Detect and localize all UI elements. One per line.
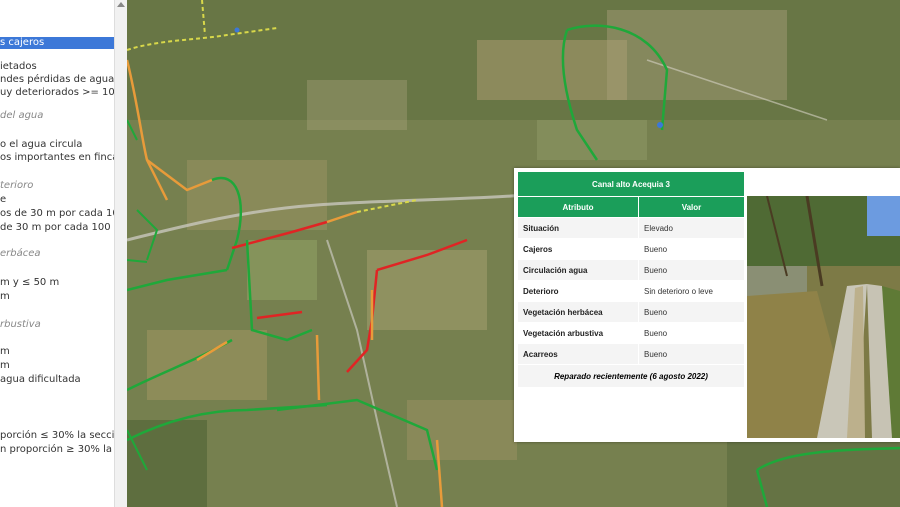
table-row: Vegetación arbustiva Bueno (517, 322, 745, 344)
canal-photo-image (747, 196, 900, 438)
attr-cell: Vegetación herbácea (517, 301, 639, 323)
legend-item: porción ≤ 30% la sección ú (0, 430, 114, 441)
legend-item: de 30 m por cada 100 m (0, 222, 114, 233)
legend-item: ietados (0, 61, 37, 72)
table-row: Vegetación herbácea Bueno (517, 301, 745, 323)
legend-item: agua dificultada (0, 374, 81, 385)
legend-item: n proporción ≥ 30% la secci (0, 444, 114, 455)
table-row: Situación Elevado (517, 217, 745, 239)
column-header-attribute: Atributo (517, 196, 639, 218)
attr-cell: Deterioro (517, 280, 639, 302)
attr-cell: Cajeros (517, 238, 639, 260)
legend-item: e (0, 194, 7, 205)
legend-panel: s cajeros ietados ndes pérdidas de agua … (0, 0, 114, 507)
legend-item: m (0, 291, 10, 302)
legend-section-header: erbácea (0, 248, 41, 259)
feature-popup: Canal alto Acequia 3 Atributo Valor Situ… (514, 168, 900, 442)
legend-section-header: del agua (0, 110, 44, 121)
legend-item: os importantes en fincas c (0, 152, 114, 163)
scroll-up-icon[interactable] (117, 2, 125, 7)
attr-cell: Situación (517, 217, 639, 239)
value-cell: Bueno (638, 343, 745, 365)
legend-section-header: rbustiva (0, 319, 41, 330)
value-cell: Bueno (638, 301, 745, 323)
legend-item: ndes pérdidas de agua (0, 74, 114, 85)
legend-scrollbar[interactable] (114, 0, 128, 507)
attr-cell: Acarreos (517, 343, 639, 365)
table-row: Acarreos Bueno (517, 343, 745, 365)
popup-title: Canal alto Acequia 3 (517, 171, 745, 197)
value-cell: Sin deterioro o leve (638, 280, 745, 302)
legend-item: uy deteriorados >= 10 m (0, 87, 114, 98)
legend-item: m (0, 346, 10, 357)
table-row: Circulación agua Bueno (517, 259, 745, 281)
legend-item: o el agua circula (0, 139, 83, 150)
attribute-table: Canal alto Acequia 3 Atributo Valor Situ… (517, 171, 745, 388)
column-header-value: Valor (638, 196, 745, 218)
value-cell: Bueno (638, 259, 745, 281)
canal-photo (747, 196, 900, 438)
legend-item: os de 30 m por cada 100 m (0, 208, 114, 219)
table-row: Cajeros Bueno (517, 238, 745, 260)
popup-note: Reparado recientemente (6 agosto 2022) (517, 364, 745, 388)
attr-cell: Circulación agua (517, 259, 639, 281)
legend-selected-item[interactable]: s cajeros (0, 37, 114, 49)
value-cell: Bueno (638, 322, 745, 344)
legend-item: m y ≤ 50 m (0, 277, 60, 288)
value-cell: Bueno (638, 238, 745, 260)
table-row: Deterioro Sin deterioro o leve (517, 280, 745, 302)
map-view[interactable]: Canal alto Acequia 3 Atributo Valor Situ… (127, 0, 900, 507)
attr-cell: Vegetación arbustiva (517, 322, 639, 344)
legend-item: m (0, 360, 10, 371)
legend-section-header: terioro (0, 180, 34, 191)
value-cell: Elevado (638, 217, 745, 239)
